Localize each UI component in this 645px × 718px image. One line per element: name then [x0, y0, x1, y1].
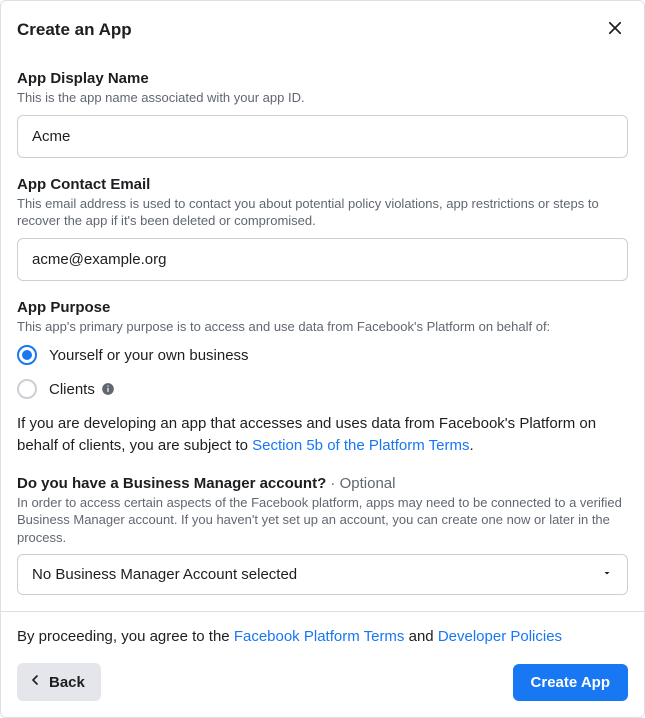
create-app-button[interactable]: Create App — [513, 664, 628, 701]
contact-email-help: This email address is used to contact yo… — [17, 195, 628, 230]
contact-email-label: App Contact Email — [17, 176, 628, 193]
developer-policies-link[interactable]: Developer Policies — [438, 628, 562, 645]
business-manager-section: Do you have a Business Manager account? … — [17, 475, 628, 596]
radio-icon-selected — [17, 345, 37, 365]
chevron-left-icon — [27, 672, 49, 692]
purpose-radio-clients-label: Clients — [49, 381, 115, 398]
modal-footer: By proceeding, you agree to the Facebook… — [1, 611, 644, 717]
bm-select-value: No Business Manager Account selected — [32, 566, 297, 583]
agree-mid: and — [404, 628, 437, 645]
bm-optional-suffix: · Optional — [326, 475, 395, 492]
purpose-radio-clients[interactable]: Clients — [17, 379, 628, 399]
contact-email-section: App Contact Email This email address is … — [17, 176, 628, 281]
clients-text: Clients — [49, 381, 95, 398]
create-app-modal: Create an App App Display Name This is t… — [0, 0, 645, 718]
bm-select-wrap: No Business Manager Account selected — [17, 554, 628, 595]
close-button[interactable] — [602, 15, 628, 44]
display-name-label: App Display Name — [17, 70, 628, 87]
purpose-help: This app's primary purpose is to access … — [17, 318, 628, 336]
bm-select[interactable]: No Business Manager Account selected — [17, 554, 628, 595]
bm-label: Do you have a Business Manager account? … — [17, 475, 628, 492]
bm-label-text: Do you have a Business Manager account? — [17, 475, 326, 492]
modal-body: App Display Name This is the app name as… — [1, 52, 644, 611]
radio-icon-unselected — [17, 379, 37, 399]
footer-buttons: Back Create App — [17, 663, 628, 701]
back-button-label: Back — [49, 674, 85, 691]
contact-email-input[interactable] — [17, 238, 628, 281]
agree-pre: By proceeding, you agree to the — [17, 628, 234, 645]
close-icon — [606, 19, 624, 40]
info-icon[interactable] — [101, 382, 115, 396]
purpose-radio-self[interactable]: Yourself or your own business — [17, 345, 628, 365]
back-button[interactable]: Back — [17, 663, 101, 701]
modal-title: Create an App — [17, 20, 132, 40]
caret-down-icon — [601, 566, 613, 583]
modal-header: Create an App — [1, 1, 644, 52]
purpose-radio-group: Yourself or your own business Clients — [17, 345, 628, 399]
purpose-section: App Purpose This app's primary purpose i… — [17, 299, 628, 457]
purpose-radio-self-label: Yourself or your own business — [49, 347, 249, 364]
platform-terms-5b-link[interactable]: Section 5b of the Platform Terms — [252, 437, 469, 454]
bm-help: In order to access certain aspects of th… — [17, 494, 628, 547]
purpose-label: App Purpose — [17, 299, 628, 316]
platform-terms-link[interactable]: Facebook Platform Terms — [234, 628, 405, 645]
agree-line: By proceeding, you agree to the Facebook… — [17, 628, 628, 645]
display-name-input[interactable] — [17, 115, 628, 158]
display-name-section: App Display Name This is the app name as… — [17, 70, 628, 158]
policy-note-post: . — [469, 437, 473, 454]
purpose-policy-note: If you are developing an app that access… — [17, 413, 628, 457]
display-name-help: This is the app name associated with you… — [17, 89, 628, 107]
